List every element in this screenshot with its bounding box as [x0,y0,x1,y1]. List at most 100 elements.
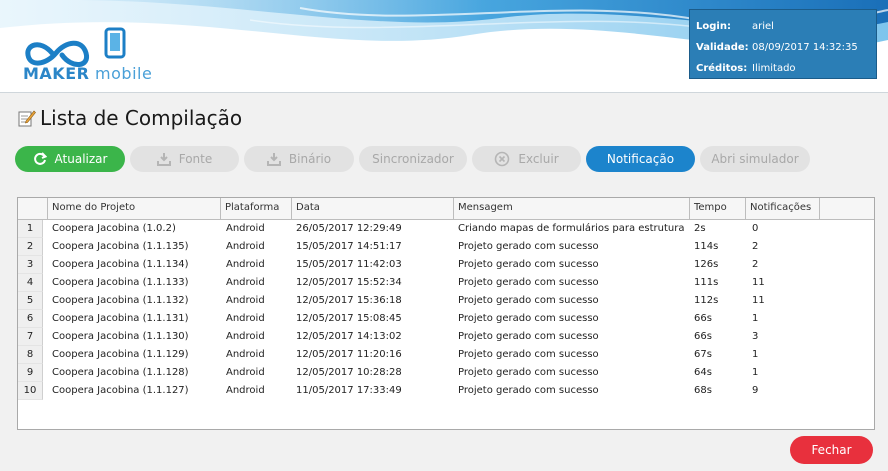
table-row[interactable]: 9 Coopera Jacobina (1.1.128) Android 12/05/… [18,364,874,382]
cell-data: 15/05/2017 11:42:03 [296,259,402,270]
cell-notificacoes: 11 [752,277,765,288]
creditos-label: Créditos: [696,63,748,74]
abrir-simulador-button[interactable]: Abri simulador [700,146,810,172]
validade-label: Validade: [696,42,749,53]
download-icon [156,153,171,166]
cell-nome: Coopera Jacobina (1.1.128) [52,367,189,378]
col-tempo-header[interactable]: Tempo [690,198,746,219]
row-number: 10 [18,382,43,400]
cell-plataforma: Android [226,385,265,396]
row-number: 2 [18,238,43,256]
notificacao-label: Notificação [606,152,675,166]
sincronizador-label: Sincronizador [372,152,454,166]
binario-button[interactable]: Binário [244,146,354,172]
cell-mensagem: Projeto gerado com sucesso [458,295,599,306]
table-row[interactable]: 1 Coopera Jacobina (1.0.2) Android 26/05/20… [18,220,874,238]
cell-tempo: 112s [694,295,719,306]
logo-wordmark: MAKER mobile [23,64,153,83]
cell-plataforma: Android [226,223,265,234]
cell-tempo: 68s [694,385,712,396]
cell-data: 12/05/2017 15:36:18 [296,295,402,306]
cell-mensagem: Projeto gerado com sucesso [458,241,599,252]
row-number: 9 [18,364,43,382]
cell-mensagem: Projeto gerado com sucesso [458,331,599,342]
download-icon [266,153,281,166]
cell-tempo: 66s [694,313,712,324]
cell-nome: Coopera Jacobina (1.1.135) [52,241,189,252]
cell-mensagem: Projeto gerado com sucesso [458,259,599,270]
cell-tempo: 126s [694,259,719,270]
cell-nome: Coopera Jacobina (1.1.132) [52,295,189,306]
table-row[interactable]: 3 Coopera Jacobina (1.1.134) Android 15/05/… [18,256,874,274]
cell-notificacoes: 0 [752,223,759,234]
cell-notificacoes: 1 [752,313,759,324]
table-row[interactable]: 10 Coopera Jacobina (1.1.127) Android 11/05… [18,382,874,400]
cell-tempo: 114s [694,241,719,252]
cell-tempo: 111s [694,277,719,288]
row-number: 1 [18,220,43,238]
col-nome-header[interactable]: Nome do Projeto [48,198,221,219]
cell-tempo: 67s [694,349,712,360]
creditos-value: Ilimitado [752,63,796,74]
login-row: Login: ariel [690,16,876,37]
validade-value: 08/09/2017 14:32:35 [752,42,858,53]
cell-plataforma: Android [226,241,265,252]
cell-nome: Coopera Jacobina (1.1.127) [52,385,189,396]
cell-notificacoes: 11 [752,295,765,306]
row-number: 7 [18,328,43,346]
cell-data: 15/05/2017 14:51:17 [296,241,402,252]
col-data-header[interactable]: Data [292,198,454,219]
cell-nome: Coopera Jacobina (1.1.130) [52,331,189,342]
notificacao-button[interactable]: Notificação [586,146,695,172]
cell-nome: Coopera Jacobina (1.1.134) [52,259,189,270]
cell-notificacoes: 9 [752,385,759,396]
row-number: 4 [18,274,43,292]
excluir-button[interactable]: Excluir [472,146,581,172]
table-row[interactable]: 6 Coopera Jacobina (1.1.131) Android 12/05/… [18,310,874,328]
cell-notificacoes: 2 [752,259,759,270]
col-index-header [18,198,48,219]
creditos-row: Créditos: Ilimitado [690,58,876,79]
fechar-label: Fechar [811,443,852,457]
cell-data: 12/05/2017 11:20:16 [296,349,402,360]
cell-plataforma: Android [226,295,265,306]
cell-data: 26/05/2017 12:29:49 [296,223,402,234]
cell-mensagem: Projeto gerado com sucesso [458,313,599,324]
table-row[interactable]: 7 Coopera Jacobina (1.1.130) Android 12/05/… [18,328,874,346]
fonte-label: Fonte [178,152,213,166]
page-title-area: Lista de Compilação [18,106,242,130]
col-notificacoes-header[interactable]: Notificações [746,198,820,219]
cell-plataforma: Android [226,313,265,324]
table-row[interactable]: 8 Coopera Jacobina (1.1.129) Android 12/05/… [18,346,874,364]
page-title: Lista de Compilação [40,106,243,130]
table-row[interactable]: 4 Coopera Jacobina (1.1.133) Android 12/05/… [18,274,874,292]
atualizar-label: Atualizar [54,152,108,166]
validade-row: Validade: 08/09/2017 14:32:35 [690,37,876,58]
cell-data: 12/05/2017 15:08:45 [296,313,402,324]
sincronizador-button[interactable]: Sincronizador [359,146,467,172]
cell-mensagem: Projeto gerado com sucesso [458,367,599,378]
cell-data: 12/05/2017 14:13:02 [296,331,402,342]
cell-nome: Coopera Jacobina (1.1.129) [52,349,189,360]
cell-plataforma: Android [226,331,265,342]
table-row[interactable]: 5 Coopera Jacobina (1.1.132) Android 12/05/… [18,292,874,310]
cell-notificacoes: 2 [752,241,759,252]
row-number: 6 [18,310,43,328]
cell-nome: Coopera Jacobina (1.1.133) [52,277,189,288]
binario-label: Binário [288,152,332,166]
atualizar-button[interactable]: Atualizar [15,146,125,172]
cell-data: 11/05/2017 17:33:49 [296,385,402,396]
refresh-icon [33,152,47,165]
col-plataforma-header[interactable]: Plataforma [221,198,292,219]
fechar-button[interactable]: Fechar [790,436,873,464]
cell-data: 12/05/2017 10:28:28 [296,367,402,378]
fonte-button[interactable]: Fonte [130,146,239,172]
login-value: ariel [752,21,774,32]
cell-plataforma: Android [226,349,265,360]
cell-plataforma: Android [226,367,265,378]
cell-notificacoes: 1 [752,349,759,360]
table-row[interactable]: 2 Coopera Jacobina (1.1.135) Android 15/05/… [18,238,874,256]
edit-list-icon [18,110,36,127]
cell-nome: Coopera Jacobina (1.0.2) [52,223,176,234]
col-mensagem-header[interactable]: Mensagem [454,198,690,219]
